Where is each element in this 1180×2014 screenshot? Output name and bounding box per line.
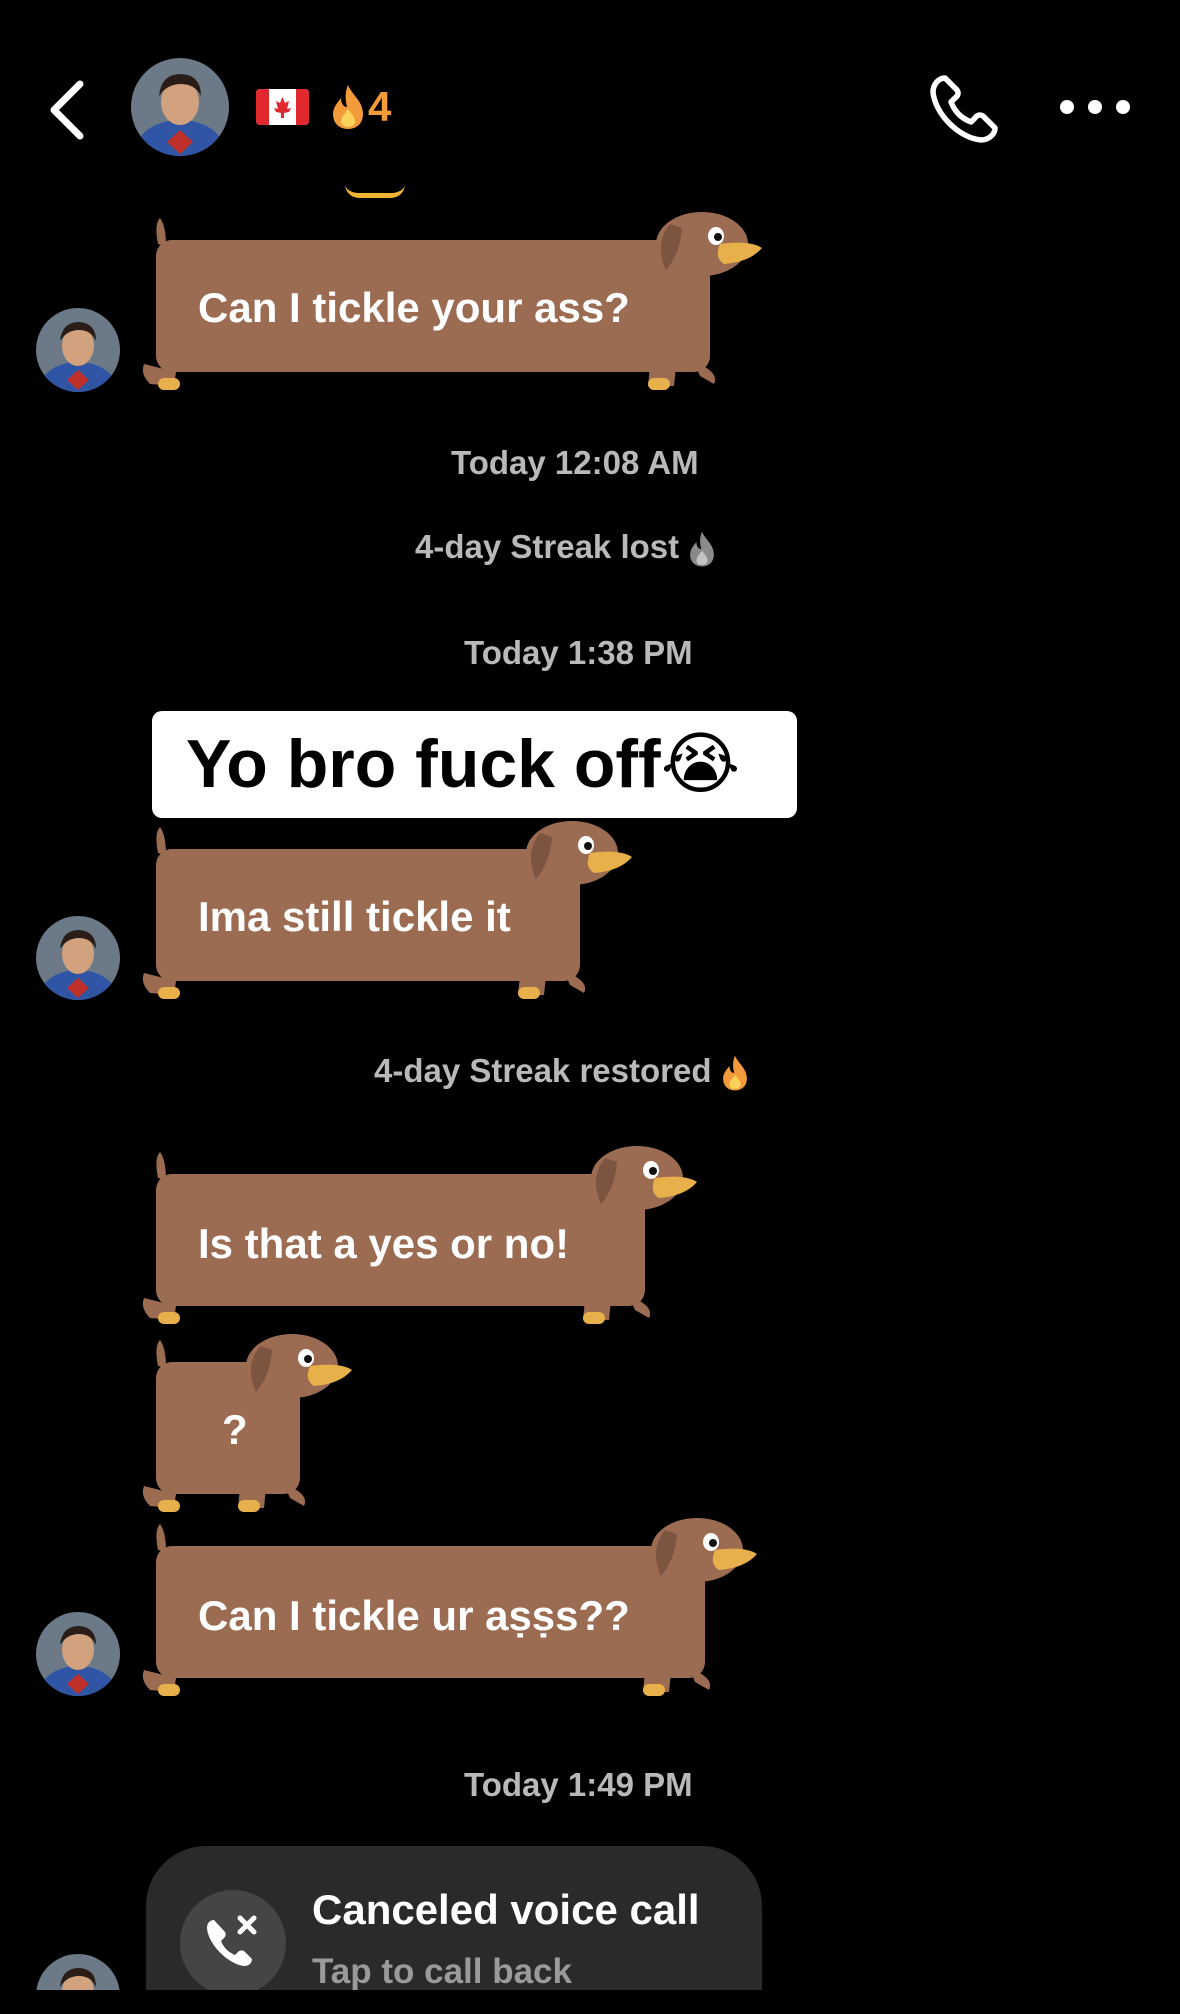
chevron-left-icon: [50, 80, 84, 140]
timestamp: Today 1:49 PM: [464, 1766, 693, 1803]
timestamp: Today 1:38 PM: [464, 634, 693, 671]
message-text: ?: [222, 1406, 248, 1453]
streak-restored-notice: 4-day Streak restored: [374, 1052, 750, 1092]
streak-lost-text: 4-day Streak lost: [415, 528, 680, 565]
previous-bubble-edge: [345, 184, 405, 198]
sender-avatar[interactable]: [36, 308, 120, 392]
message-bubble[interactable]: Ima still tickle it: [140, 821, 632, 1003]
contact-avatar[interactable]: [131, 58, 229, 156]
message-text: Can I tickle your ass?: [198, 284, 630, 331]
phone-icon: [930, 75, 998, 143]
message-bubble[interactable]: Can I tickle your ass?: [140, 212, 762, 394]
streak-restored-text: 4-day Streak restored: [374, 1052, 712, 1089]
sender-avatar[interactable]: [36, 1612, 120, 1696]
bottom-edge: [0, 1990, 1180, 2014]
timestamp: Today 12:08 AM: [451, 444, 699, 481]
canada-flag-icon: [256, 89, 309, 125]
call-subtitle: Tap to call back: [312, 1952, 572, 1991]
chat-header: 4: [0, 0, 1180, 200]
streak-count: 4: [368, 83, 392, 130]
caption-overlay: Yo bro fuck off😭: [152, 711, 797, 818]
message-text: Can I tickle ur aṣṣs??: [198, 1592, 630, 1639]
message-bubble[interactable]: Can I tickle ur aṣṣs??: [140, 1518, 757, 1700]
missed-call-icon: [180, 1890, 286, 1996]
back-button[interactable]: [40, 70, 100, 150]
sender-avatar[interactable]: [36, 916, 120, 1000]
ellipsis-icon: [1060, 100, 1074, 114]
streak-lost-notice: 4-day Streak lost: [415, 528, 717, 568]
fire-icon: [333, 85, 363, 129]
message-text: Ima still tickle it: [198, 893, 511, 940]
more-options-button[interactable]: [1060, 92, 1130, 122]
fire-icon: [722, 1055, 747, 1091]
canceled-call-card[interactable]: Canceled voice call Tap to call back: [146, 1846, 762, 2014]
message-text: Is that a yes or no!: [198, 1220, 570, 1267]
message-bubble[interactable]: ?: [140, 1334, 352, 1516]
call-title: Canceled voice call: [312, 1886, 700, 1933]
call-button[interactable]: [925, 70, 1003, 148]
message-bubble[interactable]: Is that a yes or no!: [140, 1146, 697, 1328]
fire-icon: [690, 531, 714, 567]
streak-indicator: 4: [330, 82, 391, 132]
caption-text: Yo bro fuck off😭: [186, 726, 741, 802]
